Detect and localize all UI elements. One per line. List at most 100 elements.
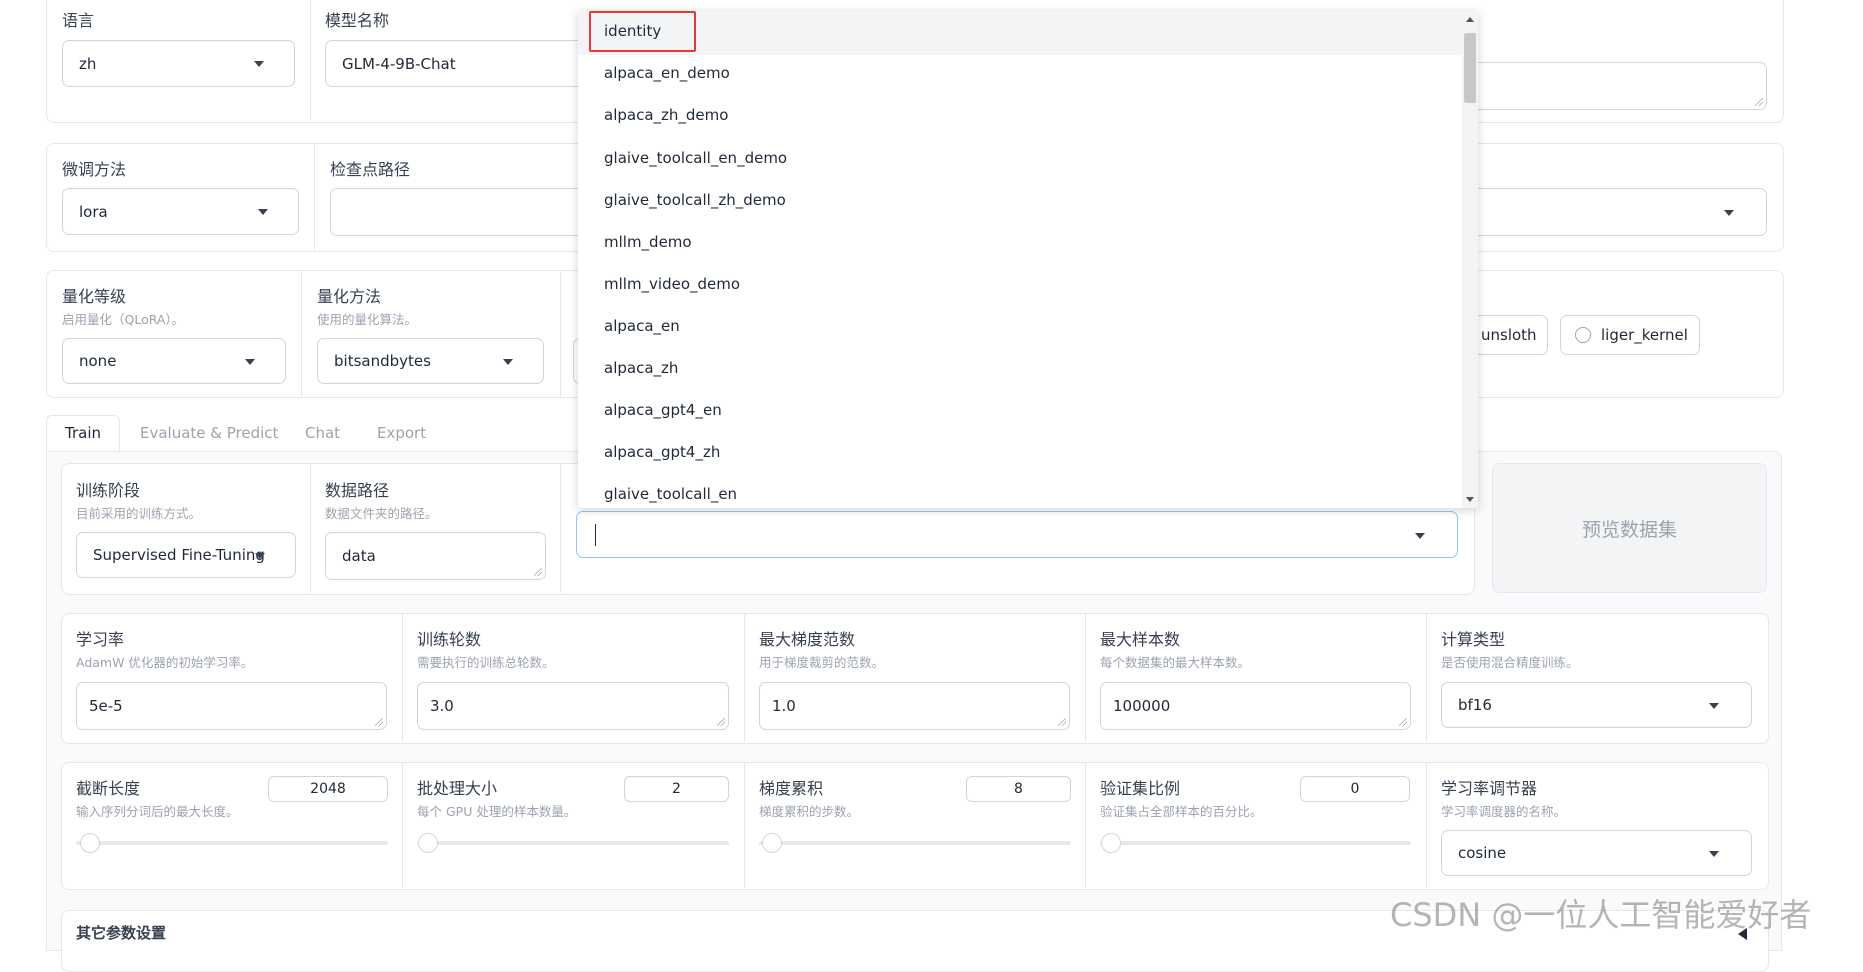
divider — [402, 613, 403, 742]
compute-type-select[interactable]: bf16 — [1441, 682, 1752, 728]
qmethod-desc: 使用的量化算法。 — [317, 312, 418, 327]
val-size-slider-thumb[interactable] — [1101, 833, 1121, 853]
lr-value: 5e-5 — [89, 697, 123, 715]
lr-input[interactable]: 5e-5 — [76, 682, 387, 730]
stage-value: Supervised Fine-Tuning — [93, 546, 265, 564]
resize-handle-icon[interactable] — [1058, 718, 1066, 726]
preview-dataset-button[interactable]: 预览数据集 — [1492, 463, 1767, 593]
chevron-down-icon — [1709, 703, 1719, 709]
lang-value: zh — [79, 54, 97, 73]
dropdown-scrollbar[interactable] — [1462, 11, 1478, 508]
cutoff-number[interactable]: 2048 — [268, 776, 388, 802]
ckpt-select[interactable] — [330, 188, 590, 236]
quant-label: 量化等级 — [62, 287, 127, 306]
max-samples-input[interactable]: 100000 — [1100, 682, 1411, 730]
compute-type-desc: 是否使用混合精度训练。 — [1441, 655, 1579, 670]
lang-select[interactable]: zh — [62, 40, 295, 87]
divider — [402, 762, 403, 888]
datadir-desc: 数据文件夹的路径。 — [325, 506, 438, 521]
stage-label: 训练阶段 — [76, 481, 141, 500]
divider — [744, 613, 745, 742]
text-cursor — [595, 524, 596, 546]
resize-handle-icon[interactable] — [1755, 98, 1763, 106]
epochs-label: 训练轮数 — [417, 630, 482, 649]
scheduler-desc: 学习率调度器的名称。 — [1441, 804, 1567, 819]
tab-train-label[interactable]: Train — [65, 424, 101, 442]
dataset-select[interactable] — [576, 511, 1458, 558]
tab-evaluate[interactable]: Evaluate & Predict — [140, 424, 278, 442]
model-select[interactable]: GLM-4-9B-Chat — [325, 40, 585, 87]
divider — [560, 463, 561, 593]
dropdown-option[interactable]: glaive_toolcall_en_demo — [604, 149, 787, 167]
datadir-textarea[interactable]: data — [325, 532, 546, 580]
quant-select[interactable]: none — [62, 338, 286, 384]
quant-value: none — [79, 352, 117, 370]
qmethod-label: 量化方法 — [317, 287, 382, 306]
scroll-up-arrow-icon[interactable] — [1466, 17, 1474, 22]
other-params-label: 其它参数设置 — [76, 924, 167, 942]
divider — [310, 463, 311, 593]
grad-norm-input[interactable]: 1.0 — [759, 682, 1070, 730]
batch-size-slider-thumb[interactable] — [418, 833, 438, 853]
unsloth-option[interactable]: unsloth — [1468, 315, 1548, 355]
stage-select[interactable]: Supervised Fine-Tuning — [76, 532, 296, 578]
dropdown-option[interactable]: alpaca_gpt4_zh — [604, 443, 720, 461]
scroll-down-arrow-icon[interactable] — [1466, 497, 1474, 502]
stage-desc: 目前采用的训练方式。 — [76, 506, 202, 521]
batch-size-value: 2 — [672, 781, 681, 797]
radio-icon[interactable] — [1575, 327, 1591, 343]
datadir-value: data — [342, 547, 376, 565]
grad-accum-number[interactable]: 8 — [966, 776, 1071, 802]
resize-handle-icon[interactable] — [375, 718, 383, 726]
grad-accum-slider-thumb[interactable] — [762, 833, 782, 853]
dropdown-option[interactable]: mllm_demo — [604, 233, 692, 251]
val-size-number[interactable]: 0 — [1300, 776, 1410, 802]
model-label: 模型名称 — [325, 11, 390, 30]
tab-chat[interactable]: Chat — [305, 424, 340, 442]
dropdown-option[interactable]: glaive_toolcall_zh_demo — [604, 191, 786, 209]
dropdown-option[interactable]: alpaca_en_demo — [604, 64, 730, 82]
resize-handle-icon[interactable] — [1399, 718, 1407, 726]
model-path-textarea[interactable] — [1470, 62, 1767, 110]
lr-label: 学习率 — [76, 630, 125, 649]
qmethod-select[interactable]: bitsandbytes — [317, 338, 544, 384]
dropdown-option[interactable]: alpaca_gpt4_en — [604, 401, 722, 419]
val-size-slider-track[interactable] — [1100, 841, 1411, 845]
epochs-input[interactable]: 3.0 — [417, 682, 729, 730]
resize-handle-icon[interactable] — [717, 718, 725, 726]
ckpt-right-select[interactable] — [1470, 188, 1767, 236]
dropdown-option[interactable]: alpaca_zh — [604, 359, 678, 377]
grad-accum-desc: 梯度累积的步数。 — [759, 804, 860, 819]
tab-export[interactable]: Export — [377, 424, 426, 442]
resize-handle-icon[interactable] — [534, 568, 542, 576]
val-size-label: 验证集比例 — [1100, 779, 1181, 798]
divider — [1426, 613, 1427, 742]
dropdown-option[interactable]: alpaca_zh_demo — [604, 106, 728, 124]
cutoff-desc: 输入序列分词后的最大长度。 — [76, 804, 239, 819]
chevron-down-icon — [258, 209, 268, 215]
liger-kernel-option[interactable]: liger_kernel — [1560, 315, 1700, 355]
batch-size-number[interactable]: 2 — [624, 776, 729, 802]
dropdown-option[interactable]: mllm_video_demo — [604, 275, 740, 293]
dropdown-option[interactable]: alpaca_en — [604, 317, 680, 335]
liger-kernel-label: liger_kernel — [1601, 326, 1688, 344]
scrollbar-thumb[interactable] — [1464, 33, 1476, 103]
dropdown-option[interactable]: glaive_toolcall_en — [604, 485, 737, 503]
cutoff-slider-track[interactable] — [76, 841, 388, 845]
chevron-down-icon — [255, 553, 265, 559]
chevron-down-icon — [503, 359, 513, 365]
scheduler-select[interactable]: cosine — [1441, 830, 1752, 876]
cutoff-label: 截断长度 — [76, 779, 141, 798]
dataset-dropdown-list[interactable]: identity alpaca_en_demo alpaca_zh_demo g… — [578, 11, 1478, 508]
ckpt-label: 检查点路径 — [330, 160, 411, 179]
divider — [1085, 613, 1086, 742]
scheduler-value: cosine — [1458, 844, 1507, 862]
divider — [310, 0, 311, 121]
datadir-label: 数据路径 — [325, 481, 390, 500]
lang-label: 语言 — [62, 11, 95, 30]
grad-accum-slider-track[interactable] — [759, 841, 1071, 845]
cutoff-slider-thumb[interactable] — [80, 833, 100, 853]
batch-size-slider-track[interactable] — [417, 841, 729, 845]
method-select[interactable]: lora — [62, 188, 299, 235]
divider — [314, 143, 315, 250]
